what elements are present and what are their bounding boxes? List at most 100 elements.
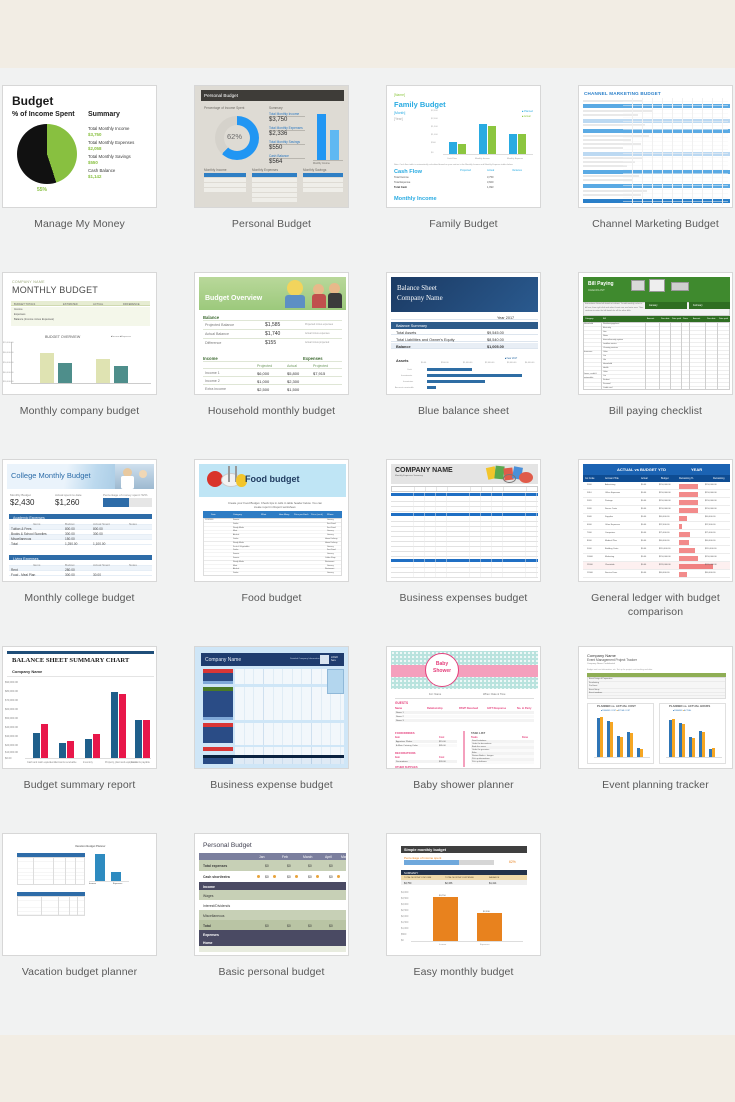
thumbnail-family-budget[interactable]: [Name] Family Budget [Month] [Year] ■ Pl… — [386, 85, 541, 208]
cell-code: 7000 — [587, 532, 592, 534]
year-label: Year 2017 — [497, 316, 515, 320]
thumbnail-monthly-college-budget[interactable]: College Monthly Budget Monthly Budget $2… — [2, 459, 157, 582]
cell-title: Supplies — [605, 516, 613, 518]
template-card-bill-paying-checklist[interactable]: Bill Paying CHECKLIST Instructions: Ente… — [578, 272, 733, 434]
thumbnail-basic-personal-budget[interactable]: Personal Budget Jan Feb March April May … — [194, 833, 349, 956]
pie-chart — [17, 124, 77, 184]
cell-remaining: $150,000.00 — [705, 484, 717, 486]
x-tick: $2,000.00 — [485, 362, 495, 364]
chart-title: PLANNED vs. ACTUAL HOURS — [669, 704, 711, 708]
thumb-title: Bill Paying — [588, 281, 614, 287]
col-header: Remaining % — [679, 477, 694, 480]
template-card-monthly-company-budget[interactable]: COMPANY NAME MONTHLY BUDGET BUDGET TOTAL… — [2, 272, 157, 434]
kpi-value: $2,430 — [10, 498, 35, 507]
template-card-event-planning-tracker[interactable]: Company Name Event Management Project Tr… — [578, 646, 733, 808]
top-band — [0, 0, 735, 68]
col-header: Projected — [460, 169, 471, 172]
confidential-note: Company Name Confidential — [587, 663, 615, 665]
logo-icon — [320, 655, 329, 664]
row-note: Actual minus expenses — [305, 332, 330, 335]
section-title: Income — [203, 884, 215, 889]
cell-remaining: $75,000.00 — [705, 532, 716, 534]
row-label: Difference — [205, 341, 222, 345]
template-card-food-budget[interactable]: Food budget Create your Food Budget. Che… — [194, 459, 349, 621]
cell-remaining: $110,000.00 — [705, 548, 717, 550]
template-card-monthly-college-budget[interactable]: College Monthly Budget Monthly Budget $2… — [2, 459, 157, 621]
y-tick: $2,500 — [401, 909, 409, 912]
thumbnail-personal-budget[interactable]: Personal Budget Percentage of Income Spe… — [194, 85, 349, 208]
template-card-basic-personal-budget[interactable]: Personal Budget Jan Feb March April May … — [194, 833, 349, 995]
template-card-channel-marketing-budget[interactable]: CHANNEL MARKETING BUDGET Channel Marketi… — [578, 85, 733, 247]
x-tick: $4,000.00 — [525, 362, 535, 364]
thumbnail-business-expenses-budget[interactable]: COMPANY NAME Monthly Expenses Summary — [386, 459, 541, 582]
row-value: $0 — [329, 864, 333, 868]
row-label: Total Cash — [394, 186, 408, 189]
template-card-business-expenses-budget[interactable]: COMPANY NAME Monthly Expenses Summary Bu… — [386, 459, 541, 621]
chart-legend: Monthly Income — [313, 162, 330, 165]
summary-value: $2,058 — [88, 146, 102, 151]
summary-value: $564 — [269, 159, 283, 165]
thumbnail-event-planning-tracker[interactable]: Company Name Event Management Project Tr… — [578, 646, 733, 769]
template-card-family-budget[interactable]: [Name] Family Budget [Month] [Year] ■ Pl… — [386, 85, 541, 247]
thumbnail-vacation-budget-planner[interactable]: Vacation Budget Planner Income Expenses — [2, 833, 157, 956]
illustration-fork — [228, 466, 230, 482]
thumbnail-household-monthly-budget[interactable]: Budget Overview Balance Projected Balanc… — [194, 272, 349, 395]
template-card-personal-budget[interactable]: Personal Budget Percentage of Income Spe… — [194, 85, 349, 247]
col-header: Item — [395, 736, 400, 739]
template-caption: Monthly company budget — [19, 405, 140, 417]
donut-value: 62% — [227, 132, 243, 141]
row-value: $0 — [287, 864, 291, 868]
template-card-easy-monthly-budget[interactable]: Simple monthly budget Percentage of inco… — [386, 833, 541, 995]
col-header: RSVP Received — [459, 707, 479, 710]
template-card-household-monthly-budget[interactable]: Budget Overview Balance Projected Balanc… — [194, 272, 349, 434]
template-card-manage-my-money[interactable]: Budget % of Income Spent Summary 55% Tot… — [2, 85, 157, 247]
template-caption: Business expenses budget — [399, 592, 528, 604]
template-caption: Monthly college budget — [24, 592, 135, 604]
x-tick: $3,000.00 — [507, 362, 517, 364]
col-header: Jan — [259, 854, 265, 859]
col-header: Remaining — [713, 477, 725, 480]
row-label: Total — [203, 923, 211, 928]
cell-budget: $60,000.00 — [659, 572, 670, 574]
template-card-general-ledger[interactable]: ACTUAL vs BUDGET YTD YEAR GL Code Accoun… — [578, 459, 733, 621]
template-card-blue-balance-sheet[interactable]: Balance Sheet Company Name Year 2017 Bal… — [386, 272, 541, 434]
thumbnail-baby-shower-planner[interactable]: Baby Shower For: Name When: Date & Time … — [386, 646, 541, 769]
row-value: $0 — [329, 875, 333, 879]
y-tick: $2,000 — [401, 915, 409, 918]
thumbnail-bill-paying-checklist[interactable]: Bill Paying CHECKLIST Instructions: Ente… — [578, 272, 733, 395]
thumbnail-business-expense-budget[interactable]: Company Name Detailed Company Informatio… — [194, 646, 349, 769]
y-tick: $1,500 — [401, 921, 409, 924]
table-title: BUDGET TOTALS — [14, 302, 36, 306]
thumbnail-food-budget[interactable]: Food budget Create your Food Budget. Che… — [194, 459, 349, 582]
section-header — [203, 747, 233, 751]
thumbnail-manage-my-money[interactable]: Budget % of Income Spent Summary 55% Tot… — [2, 85, 157, 208]
col-header: Where — [327, 513, 334, 516]
template-card-business-expense-budget[interactable]: Company Name Detailed Company Informatio… — [194, 646, 349, 808]
template-card-baby-shower-planner[interactable]: Baby Shower For: Name When: Date & Time … — [386, 646, 541, 808]
template-caption: Vacation budget planner — [21, 966, 138, 978]
cell-title: Service Fees — [605, 572, 618, 574]
thumbnail-easy-monthly-budget[interactable]: Simple monthly budget Percentage of inco… — [386, 833, 541, 956]
thumbnail-channel-marketing-budget[interactable]: CHANNEL MARKETING BUDGET — [578, 85, 733, 208]
col-header: Date paid — [719, 317, 728, 320]
template-card-vacation-budget-planner[interactable]: Vacation Budget Planner Income Expenses — [2, 833, 157, 995]
thumbnail-general-ledger[interactable]: ACTUAL vs BUDGET YTD YEAR GL Code Accoun… — [578, 459, 733, 582]
template-card-budget-summary-report[interactable]: BALANCE SHEET SUMMARY CHART Company Name… — [2, 646, 157, 808]
col-header: Due date — [707, 317, 716, 320]
thumbnail-monthly-company-budget[interactable]: COMPANY NAME MONTHLY BUDGET BUDGET TOTAL… — [2, 272, 157, 395]
thumbnail-budget-summary-report[interactable]: BALANCE SHEET SUMMARY CHART Company Name… — [2, 646, 157, 769]
month-header: February — [693, 304, 703, 307]
col-header: GL Code — [585, 477, 595, 480]
col-header: Price per Each — [294, 513, 309, 516]
row-label: Income 1 — [205, 371, 220, 375]
section-title: Living Expenses — [13, 556, 39, 561]
cell-title: Office Expenses — [605, 492, 621, 494]
summary-value-row — [401, 880, 527, 885]
thumb-title: Simple monthly budget — [404, 847, 446, 852]
y-tick: $1,000 — [401, 927, 409, 930]
row-label: Wages — [203, 893, 214, 898]
cell-budget: $22,000.00 — [659, 524, 670, 526]
illustration-envelope — [649, 279, 665, 292]
cell-code: 9000 — [587, 548, 592, 550]
thumbnail-blue-balance-sheet[interactable]: Balance Sheet Company Name Year 2017 Bal… — [386, 272, 541, 395]
